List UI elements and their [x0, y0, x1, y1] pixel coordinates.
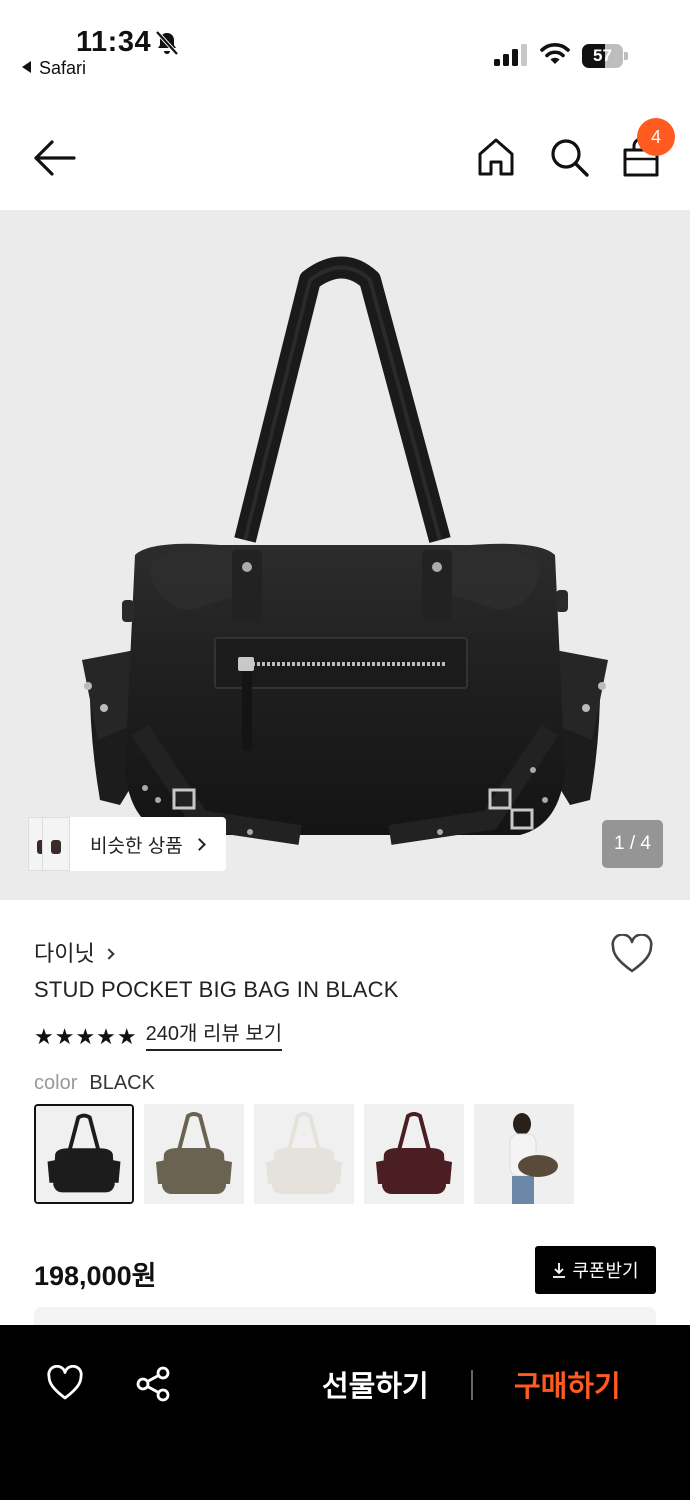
rating-row: ★★★★★ 240개 리뷰 보기 — [34, 1022, 283, 1051]
color-row: color BLACK — [34, 1072, 155, 1095]
similar-products-thumbs — [28, 817, 70, 871]
product-price: 198,000원 — [34, 1261, 157, 1291]
chevron-right-icon — [103, 948, 115, 960]
similar-products-button[interactable]: 비슷한 상품 — [68, 817, 226, 871]
image-page-counter: 1 / 4 — [602, 820, 663, 868]
brand-link[interactable]: 다이닛 — [34, 936, 115, 968]
color-swatches — [34, 1104, 574, 1204]
product-bag-image — [82, 256, 608, 845]
coupon-label: 쿠폰받기 — [572, 1261, 639, 1281]
color-key: color — [34, 1072, 78, 1094]
bottom-action-bar: 선물하기 구매하기 — [0, 1325, 690, 1500]
battery-icon: 57 — [582, 44, 628, 68]
rating-stars: ★★★★★ — [34, 1023, 138, 1049]
top-nav: 4 — [0, 100, 690, 210]
chevron-right-icon — [192, 837, 206, 851]
coupon-button[interactable]: 쿠폰받기 — [535, 1246, 656, 1294]
back-to-safari[interactable]: Safari — [22, 58, 86, 79]
color-value: BLACK — [89, 1072, 155, 1094]
product-name: STUD POCKET BIG BAG IN BLACK — [34, 977, 399, 1002]
bell-off-icon — [155, 30, 179, 56]
buy-button[interactable]: 구매하기 — [514, 1363, 621, 1405]
cellular-signal-icon — [494, 44, 527, 66]
gift-button[interactable]: 선물하기 — [322, 1363, 429, 1405]
product-image-carousel[interactable]: 비슷한 상품 1 / 4 — [0, 210, 690, 900]
divider — [471, 1370, 473, 1400]
search-icon[interactable] — [548, 136, 590, 178]
brand-name: 다이닛 — [34, 941, 95, 966]
share-icon[interactable] — [134, 1365, 172, 1403]
back-arrow-icon[interactable] — [30, 138, 78, 178]
back-app-label: Safari — [39, 58, 87, 78]
wifi-icon — [540, 43, 570, 64]
similar-products-chip[interactable]: 비슷한 상품 — [28, 817, 226, 871]
battery-level: 57 — [593, 46, 612, 65]
color-swatch-ivory[interactable] — [254, 1104, 354, 1204]
color-swatch-black[interactable] — [34, 1104, 134, 1204]
similar-products-label: 비슷한 상품 — [90, 835, 183, 857]
cart-count-badge[interactable]: 4 — [637, 118, 675, 156]
like-heart-icon[interactable] — [46, 1365, 84, 1401]
status-bar: 11:34 Safari 57 — [0, 0, 690, 90]
home-icon[interactable] — [476, 136, 516, 178]
review-link[interactable]: 240개 리뷰 보기 — [145, 1022, 283, 1051]
color-swatch-burgundy[interactable] — [364, 1104, 464, 1204]
back-triangle-icon — [22, 61, 31, 73]
color-swatch-model[interactable] — [474, 1104, 574, 1204]
status-time: 11:34 — [76, 26, 152, 58]
wishlist-heart-icon[interactable] — [610, 934, 654, 974]
download-icon — [553, 1263, 566, 1278]
color-swatch-olive[interactable] — [144, 1104, 244, 1204]
